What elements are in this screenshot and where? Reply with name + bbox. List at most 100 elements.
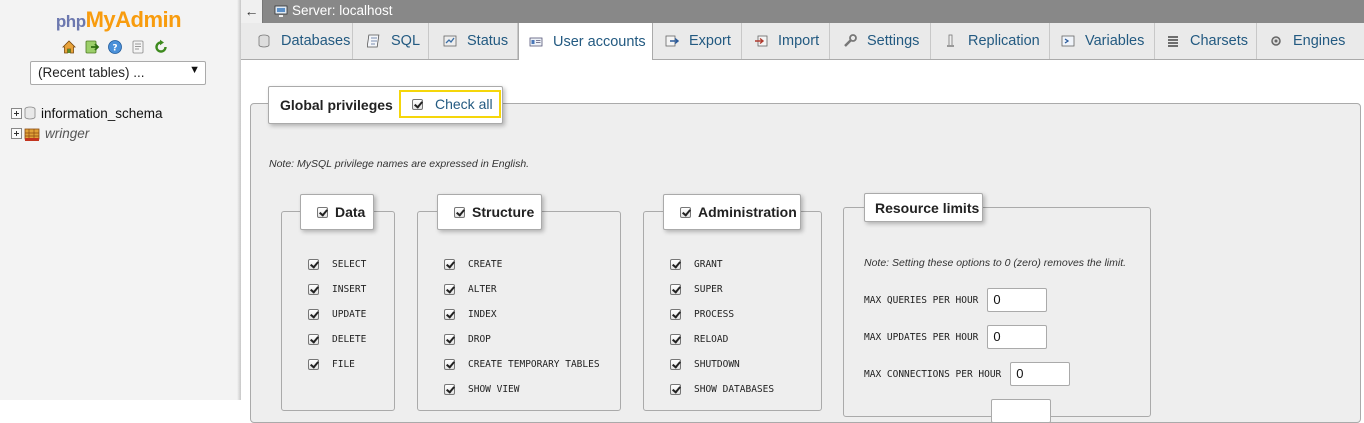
drop-checkbox[interactable] [444, 333, 455, 345]
privilege-label: DROP [468, 333, 491, 345]
tab-export[interactable]: Export [653, 23, 742, 59]
database-icon [257, 34, 271, 48]
show-databases-checkbox[interactable] [670, 383, 681, 395]
home-icon[interactable] [61, 39, 77, 55]
select-checkbox[interactable] [308, 258, 319, 270]
privilege-show-view[interactable]: SHOW VIEW [444, 382, 519, 396]
process-checkbox[interactable] [670, 308, 681, 320]
show-view-checkbox[interactable] [444, 383, 455, 395]
privilege-delete[interactable]: DELETE [308, 332, 366, 346]
privilege-super[interactable]: SUPER [670, 282, 723, 296]
expand-icon[interactable] [11, 107, 22, 119]
tab-label: Charsets [1190, 33, 1249, 49]
privilege-label: INDEX [468, 308, 497, 320]
insert-checkbox[interactable] [308, 283, 319, 295]
export-icon [665, 34, 680, 48]
max-queries-label: MAX QUERIES PER HOUR [864, 294, 979, 306]
collapse-sidebar-button[interactable]: ← [241, 0, 263, 23]
exit-icon[interactable] [84, 39, 100, 55]
privilege-select[interactable]: SELECT [308, 257, 366, 271]
db-tree-item-information-schema[interactable]: information_schema [11, 105, 163, 121]
variables-icon [1061, 34, 1075, 48]
main-tabs: Databases SQL Status User accounts Expor… [241, 23, 1364, 60]
reload-checkbox[interactable] [670, 333, 681, 345]
administration-group-legend[interactable]: Administration [663, 194, 801, 230]
data-group-legend[interactable]: Data [300, 194, 374, 230]
administration-group-checkbox[interactable] [680, 206, 691, 218]
privilege-alter[interactable]: ALTER [444, 282, 497, 296]
tab-settings[interactable]: Settings [830, 23, 931, 59]
max-updates-input[interactable]: 0 [987, 325, 1048, 349]
recent-tables-select[interactable]: (Recent tables) ... ▼ [30, 61, 206, 85]
data-group-title: Data [335, 204, 366, 220]
db-name[interactable]: information_schema [41, 106, 163, 121]
privilege-reload[interactable]: RELOAD [670, 332, 728, 346]
privilege-create-temporary-tables[interactable]: CREATE TEMPORARY TABLES [444, 357, 600, 371]
tab-sql[interactable]: SQL [353, 23, 429, 59]
max-connections-input[interactable]: 0 [1010, 362, 1071, 386]
user-accounts-icon [529, 35, 543, 49]
privilege-label: SHUTDOWN [694, 358, 740, 370]
phpmyadmin-logo[interactable]: phpMyAdmin [0, 7, 237, 33]
alter-checkbox[interactable] [444, 283, 455, 295]
tab-status[interactable]: Status [429, 23, 518, 59]
grant-checkbox[interactable] [670, 258, 681, 270]
check-all-toggle[interactable]: Check all [399, 90, 501, 118]
tab-charsets[interactable]: Charsets [1155, 23, 1257, 59]
privilege-update[interactable]: UPDATE [308, 307, 366, 321]
privilege-shutdown[interactable]: SHUTDOWN [670, 357, 740, 371]
max-queries-input[interactable]: 0 [987, 288, 1048, 312]
reload-icon[interactable] [153, 39, 169, 55]
structure-group-legend[interactable]: Structure [437, 194, 542, 230]
tab-databases[interactable]: Databases [241, 23, 353, 59]
file-checkbox[interactable] [308, 358, 319, 370]
recent-tables-value: (Recent tables) ... [38, 65, 145, 80]
tab-import[interactable]: Import [742, 23, 830, 59]
structure-group-checkbox[interactable] [454, 206, 465, 218]
expand-icon[interactable] [11, 127, 22, 139]
index-checkbox[interactable] [444, 308, 455, 320]
resource-limits-note: Note: Setting these options to 0 (zero) … [864, 257, 1127, 269]
privilege-index[interactable]: INDEX [444, 307, 497, 321]
super-checkbox[interactable] [670, 283, 681, 295]
tab-user-accounts[interactable]: User accounts [518, 23, 653, 60]
privilege-drop[interactable]: DROP [444, 332, 491, 346]
server-link[interactable]: Server: localhost [292, 3, 393, 18]
db-name[interactable]: wringer [45, 126, 89, 141]
tab-label: Replication [968, 33, 1040, 49]
max-queries-value: 0 [993, 292, 1001, 307]
data-group-checkbox[interactable] [317, 206, 328, 218]
privilege-insert[interactable]: INSERT [308, 282, 366, 296]
tab-label: Engines [1293, 33, 1346, 49]
privilege-grant[interactable]: GRANT [670, 257, 723, 271]
delete-checkbox[interactable] [308, 333, 319, 345]
privilege-file[interactable]: FILE [308, 357, 355, 371]
privilege-create[interactable]: CREATE [444, 257, 502, 271]
max-updates-row: MAX UPDATES PER HOUR 0 [864, 325, 1048, 349]
svg-text:?: ? [112, 44, 117, 54]
privilege-label: FILE [332, 358, 355, 370]
privilege-show-databases[interactable]: SHOW DATABASES [670, 382, 774, 396]
tab-label: Variables [1085, 33, 1145, 49]
privilege-names-note: Note: MySQL privilege names are expresse… [269, 158, 530, 170]
privilege-label: PROCESS [694, 308, 735, 320]
privilege-label: UPDATE [332, 308, 367, 320]
max-user-connections-input[interactable] [991, 399, 1051, 423]
tab-variables[interactable]: Variables [1050, 23, 1155, 59]
docs-icon[interactable] [130, 39, 146, 55]
privilege-label: ALTER [468, 283, 497, 295]
server-icon [274, 5, 288, 18]
tab-engines[interactable]: Engines [1257, 23, 1357, 59]
create-temporary-tables-checkbox[interactable] [444, 358, 455, 370]
database-icon [24, 106, 36, 120]
help-icon[interactable]: ? [107, 39, 123, 55]
shutdown-checkbox[interactable] [670, 358, 681, 370]
import-icon [754, 34, 768, 48]
check-all-checkbox[interactable] [412, 99, 423, 110]
update-checkbox[interactable] [308, 308, 319, 320]
privilege-process[interactable]: PROCESS [670, 307, 734, 321]
create-checkbox[interactable] [444, 258, 455, 270]
db-tree-item-wringer[interactable]: wringer [11, 125, 89, 141]
tab-replication[interactable]: Replication [931, 23, 1050, 59]
check-all-label[interactable]: Check all [435, 96, 493, 112]
